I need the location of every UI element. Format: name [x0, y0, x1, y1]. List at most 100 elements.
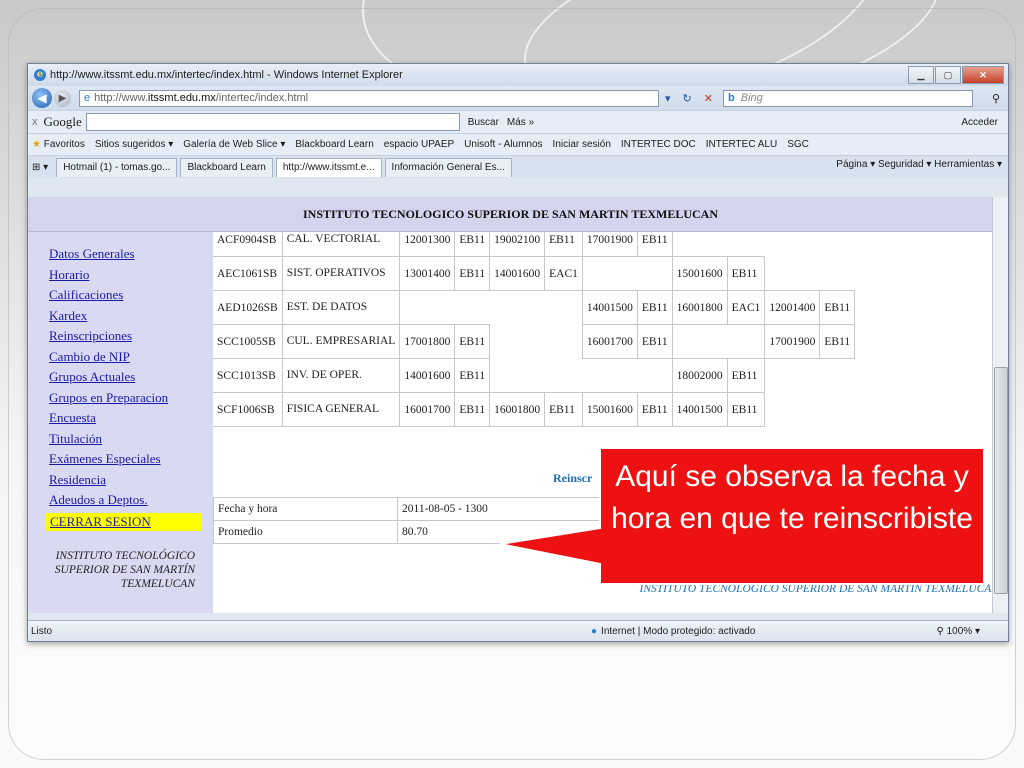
schedule-time: [582, 359, 637, 393]
schedule-time: 16001800: [489, 392, 546, 427]
address-path: /intertec/index.html: [215, 92, 309, 104]
favorite-link[interactable]: SGC: [787, 139, 809, 150]
google-logo: Google: [43, 114, 82, 129]
sidebar-item[interactable]: Kardex: [28, 306, 213, 327]
scrollbar-thumb[interactable]: [994, 367, 1008, 594]
address-host: itssmt.edu.mx: [147, 92, 216, 104]
sidebar-item[interactable]: Encuesta: [28, 408, 213, 429]
sidebar-item[interactable]: Calificaciones: [28, 285, 213, 306]
schedule-time: 14001600: [399, 358, 456, 393]
course-code: ACF0904SB: [212, 232, 283, 257]
schedule-time: 12001400: [764, 290, 821, 325]
favorites-button[interactable]: ★ Favoritos: [32, 139, 85, 150]
zoom-level[interactable]: ⚲ 100% ▾: [937, 626, 981, 637]
table-row: SCC1013SB INV. DE OPER. 14001600 EB11 180020…: [212, 358, 855, 393]
schedule-room: EB11: [454, 256, 491, 291]
maximize-button[interactable]: ▢: [935, 66, 961, 84]
quick-tabs-icon[interactable]: ⊞ ▾: [32, 162, 48, 173]
address-prefix: http://www.: [94, 92, 148, 104]
browser-tab[interactable]: Blackboard Learn: [180, 157, 273, 177]
schedule-time: [765, 232, 820, 257]
minimize-button[interactable]: ▁: [908, 66, 934, 84]
sidebar-item[interactable]: Reinscripciones: [28, 326, 213, 347]
vertical-scrollbar[interactable]: [992, 197, 1008, 613]
browser-tab[interactable]: Información General Es...: [384, 157, 512, 177]
table-row: ACF0904SB CAL. VECTORIAL 12001300 EB11 19002…: [212, 232, 855, 257]
schedule-time: [490, 359, 545, 393]
refresh-icon[interactable]: ↻: [683, 92, 692, 105]
favorite-link[interactable]: Galería de Web Slice ▾: [183, 139, 285, 150]
schedule-room: EAC1: [544, 256, 583, 291]
google-toolbar-close[interactable]: x: [32, 116, 38, 128]
schedule-time: 13001400: [399, 256, 456, 291]
schedule-room: [727, 325, 765, 359]
schedule-room: EB11: [726, 392, 766, 427]
close-button[interactable]: ✕: [962, 66, 1004, 84]
google-signin-button[interactable]: Acceder: [961, 117, 998, 128]
address-input[interactable]: e http://www. itssmt.edu.mx/intertec/inde…: [79, 89, 659, 107]
schedule-time: [765, 359, 820, 393]
address-tools: ▾ ↻ ✕: [659, 92, 719, 105]
table-row: AEC1061SB SIST. OPERATIVOS 13001400 EB11 140…: [212, 256, 855, 291]
google-toolbar: x Google Buscar Más » Acceder: [28, 110, 1008, 133]
sidebar-item[interactable]: Cambio de NIP: [28, 347, 213, 368]
favorite-link[interactable]: INTERTEC ALU: [706, 139, 778, 150]
schedule-room: [545, 359, 583, 393]
sidebar-item[interactable]: Adeudos a Deptos.: [28, 490, 213, 511]
google-search-input[interactable]: [85, 113, 460, 131]
status-text: Listo: [31, 625, 53, 637]
browser-tab-active[interactable]: http://www.itssmt.e...: [275, 157, 382, 177]
schedule-time: 14001500: [671, 392, 728, 427]
schedule-time: [765, 257, 820, 291]
globe-icon: ●: [591, 625, 598, 637]
schedule-room: EB11: [544, 232, 583, 257]
ie-icon: e: [34, 69, 46, 81]
schedule-room: EB11: [454, 232, 491, 257]
sidebar-menu: Datos Generales Horario Calificaciones K…: [28, 232, 213, 613]
sidebar-item[interactable]: Grupos en Preparacion: [28, 388, 213, 409]
back-button[interactable]: ◀: [32, 88, 52, 108]
schedule-room: [455, 291, 490, 325]
schedule-room: [637, 359, 672, 393]
favorite-link[interactable]: espacio UPAEP: [384, 139, 454, 150]
callout-annotation: Aquí se observa la fecha y hora en que t…: [499, 447, 985, 585]
favorite-link[interactable]: Unisoft - Alumnos: [464, 139, 542, 150]
google-search-button[interactable]: Buscar: [468, 117, 499, 128]
callout-text: Aquí se observa la fecha y hora en que t…: [611, 460, 973, 535]
sidebar-item[interactable]: Titulación: [28, 429, 213, 450]
schedule-time: 16001700: [399, 392, 456, 427]
logout-button[interactable]: CERRAR SESION: [46, 512, 202, 531]
course-subject: FISICA GENERAL: [281, 392, 401, 427]
sidebar-item[interactable]: Residencia: [28, 470, 213, 491]
favorite-link[interactable]: Blackboard Learn: [295, 139, 373, 150]
browser-tab[interactable]: Hotmail (1) - tomas.go...: [56, 157, 178, 177]
stop-icon[interactable]: ✕: [704, 92, 713, 105]
search-input[interactable]: b Bing: [723, 89, 973, 107]
sidebar-item[interactable]: Exámenes Especiales: [28, 449, 213, 470]
sidebar-item[interactable]: Horario: [28, 265, 213, 286]
institution-name: INSTITUTO TECNOLÓGICO SUPERIOR DE SAN MA…: [54, 549, 195, 590]
schedule-room: EB11: [726, 256, 766, 291]
google-more-button[interactable]: Más »: [507, 117, 534, 128]
schedule-room: EB11: [819, 324, 856, 359]
schedule-room: EB11: [636, 232, 673, 257]
sidebar-item[interactable]: Datos Generales: [28, 244, 213, 265]
title-bar: e http://www.itssmt.edu.mx/intertec/inde…: [28, 64, 1008, 86]
sidebar-item[interactable]: Grupos Actuales: [28, 367, 213, 388]
favorite-link[interactable]: INTERTEC DOC: [621, 139, 696, 150]
command-bar[interactable]: Página ▾ Seguridad ▾ Herramientas ▾: [836, 159, 1002, 170]
schedule-room: EB11: [636, 392, 673, 427]
bing-icon: b: [728, 92, 735, 104]
zoom-value: 100%: [946, 625, 973, 637]
compat-view-icon[interactable]: ▾: [665, 92, 671, 105]
forward-button[interactable]: ▶: [54, 89, 71, 107]
course-code: SCC1013SB: [212, 358, 283, 393]
favorite-link[interactable]: Iniciar sesión: [553, 139, 611, 150]
schedule-time: 15001600: [581, 392, 638, 427]
schedule-room: EB11: [454, 358, 491, 393]
course-code: SCC1005SB: [212, 324, 283, 359]
favorite-link[interactable]: Sitios sugeridos ▾: [95, 139, 173, 150]
favorites-bar: ★ Favoritos Sitios sugeridos ▾ Galería d…: [28, 133, 1008, 155]
address-bar-row: ◀ ▶ e http://www. itssmt.edu.mx/intertec/…: [28, 86, 1008, 110]
search-icon[interactable]: ⚲: [992, 92, 1000, 105]
